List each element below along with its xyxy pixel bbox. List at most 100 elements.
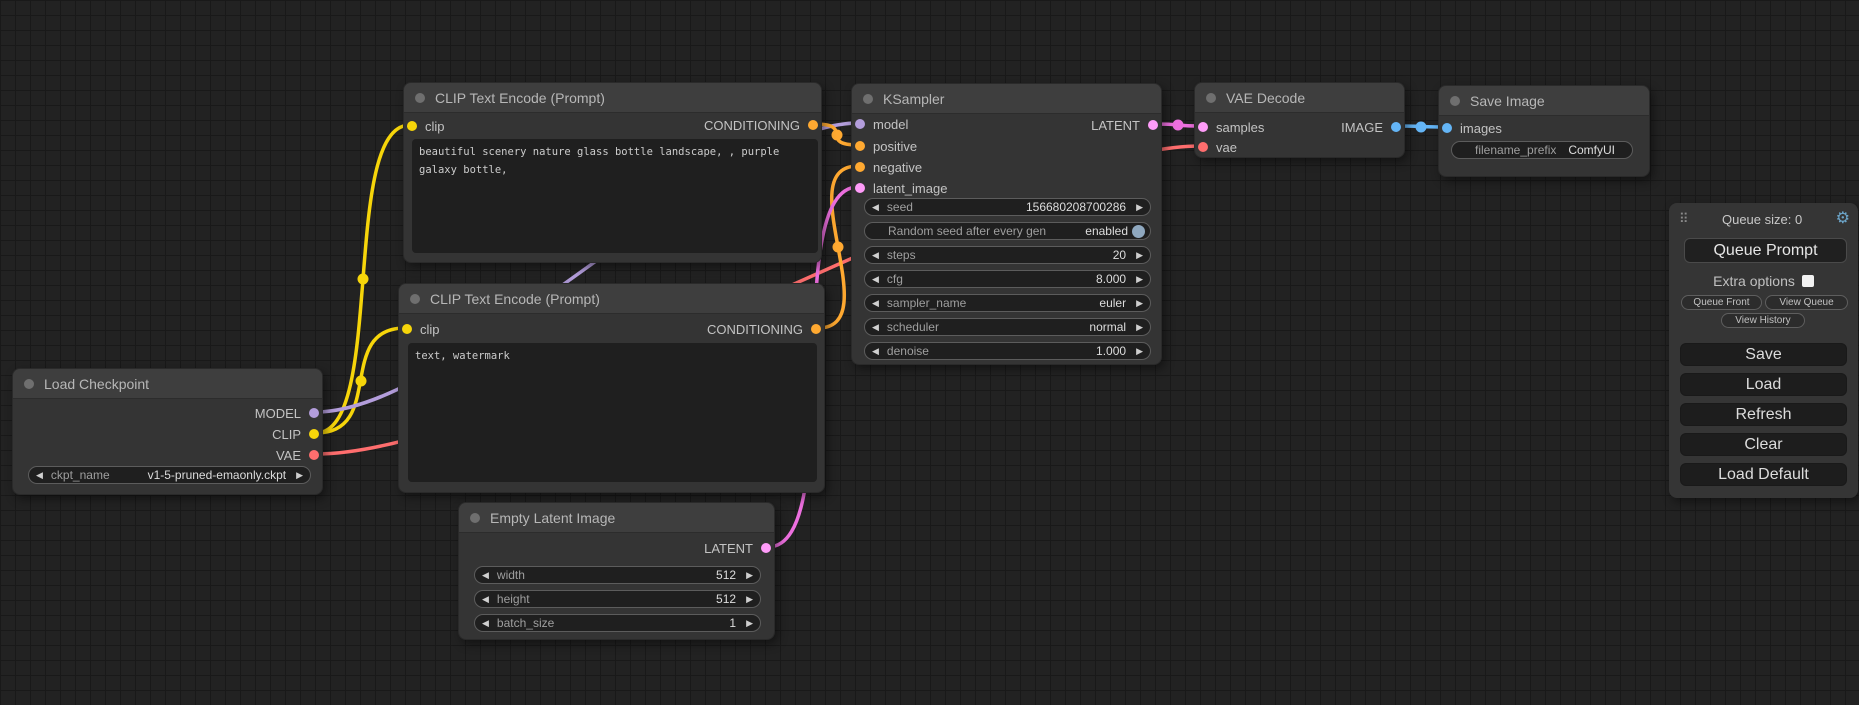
batch-size-widget[interactable]: ◀ batch_size 1 ▶	[474, 614, 761, 632]
increment-arrow-icon[interactable]: ▶	[1136, 275, 1143, 284]
save-button[interactable]: Save	[1680, 343, 1847, 366]
node-title-bar[interactable]: Save Image	[1439, 86, 1649, 116]
node-title-bar[interactable]: CLIP Text Encode (Prompt)	[404, 83, 821, 113]
conditioning-port-dot[interactable]	[808, 120, 818, 130]
extra-options-checkbox[interactable]	[1802, 275, 1814, 287]
scheduler-widget[interactable]: ◀ scheduler normal ▶	[864, 318, 1151, 336]
increment-arrow-icon[interactable]: ▶	[1136, 347, 1143, 356]
collapse-dot-icon[interactable]	[415, 93, 425, 103]
seed-widget[interactable]: ◀ seed 156680208700286 ▶	[864, 198, 1151, 216]
decrement-arrow-icon[interactable]: ◀	[482, 619, 489, 628]
output-port-latent[interactable]: LATENT	[1091, 117, 1158, 133]
vae-port-dot[interactable]	[1198, 142, 1208, 152]
node-ksampler[interactable]: KSampler model positive negative latent_…	[851, 83, 1162, 365]
collapse-dot-icon[interactable]	[470, 513, 480, 523]
node-title-bar[interactable]: Empty Latent Image	[459, 503, 774, 533]
drag-handle-icon[interactable]: ⠿	[1679, 211, 1689, 227]
height-widget[interactable]: ◀ height 512 ▶	[474, 590, 761, 608]
input-port-samples[interactable]: samples	[1198, 119, 1264, 135]
latent-port-dot[interactable]	[761, 543, 771, 553]
width-widget[interactable]: ◀ width 512 ▶	[474, 566, 761, 584]
conditioning-port-dot[interactable]	[855, 162, 865, 172]
node-title-bar[interactable]: Load Checkpoint	[13, 369, 322, 399]
decrement-arrow-icon[interactable]: ◀	[36, 471, 43, 480]
input-port-vae[interactable]: vae	[1198, 139, 1237, 155]
increment-arrow-icon[interactable]: ▶	[1136, 251, 1143, 260]
negative-prompt-textarea[interactable]: text, watermark	[408, 343, 817, 482]
clip-port-dot[interactable]	[402, 324, 412, 334]
decrement-arrow-icon[interactable]: ◀	[872, 203, 879, 212]
latent-port-dot[interactable]	[1148, 120, 1158, 130]
queue-front-button[interactable]: Queue Front	[1681, 295, 1762, 310]
collapse-dot-icon[interactable]	[1206, 93, 1216, 103]
output-port-model[interactable]: MODEL	[255, 405, 319, 421]
random-seed-toggle-widget[interactable]: Random seed after every gen enabled	[864, 222, 1151, 240]
collapse-dot-icon[interactable]	[410, 294, 420, 304]
latent-port-dot[interactable]	[1198, 122, 1208, 132]
increment-arrow-icon[interactable]: ▶	[1136, 299, 1143, 308]
input-port-clip[interactable]: clip	[402, 321, 440, 337]
input-port-clip[interactable]: clip	[407, 118, 445, 134]
image-port-dot[interactable]	[1391, 122, 1401, 132]
node-title-bar[interactable]: VAE Decode	[1195, 83, 1404, 113]
output-port-conditioning[interactable]: CONDITIONING	[704, 117, 818, 133]
decrement-arrow-icon[interactable]: ◀	[872, 323, 879, 332]
clear-button[interactable]: Clear	[1680, 433, 1847, 456]
node-title-bar[interactable]: CLIP Text Encode (Prompt)	[399, 284, 824, 314]
toggle-enabled-icon[interactable]	[1132, 225, 1145, 238]
denoise-widget[interactable]: ◀ denoise 1.000 ▶	[864, 342, 1151, 360]
model-port-dot[interactable]	[855, 119, 865, 129]
collapse-dot-icon[interactable]	[24, 379, 34, 389]
image-port-dot[interactable]	[1442, 123, 1452, 133]
node-title-bar[interactable]: KSampler	[852, 84, 1161, 114]
decrement-arrow-icon[interactable]: ◀	[482, 571, 489, 580]
node-clip-text-encode-positive[interactable]: CLIP Text Encode (Prompt) clip CONDITION…	[403, 82, 822, 263]
node-load-checkpoint[interactable]: Load Checkpoint MODEL CLIP VAE ◀ ckpt_na…	[12, 368, 323, 495]
node-empty-latent-image[interactable]: Empty Latent Image LATENT ◀ width 512 ▶ …	[458, 502, 775, 640]
input-port-latent-image[interactable]: latent_image	[855, 180, 947, 196]
decrement-arrow-icon[interactable]: ◀	[872, 251, 879, 260]
increment-arrow-icon[interactable]: ▶	[296, 471, 303, 480]
load-button[interactable]: Load	[1680, 373, 1847, 396]
vae-port-dot[interactable]	[309, 450, 319, 460]
node-vae-decode[interactable]: VAE Decode samples vae IMAGE	[1194, 82, 1405, 158]
latent-port-dot[interactable]	[855, 183, 865, 193]
collapse-dot-icon[interactable]	[863, 94, 873, 104]
output-port-clip[interactable]: CLIP	[272, 426, 319, 442]
decrement-arrow-icon[interactable]: ◀	[872, 275, 879, 284]
cfg-widget[interactable]: ◀ cfg 8.000 ▶	[864, 270, 1151, 288]
input-port-model[interactable]: model	[855, 116, 908, 132]
output-port-image[interactable]: IMAGE	[1341, 119, 1401, 135]
increment-arrow-icon[interactable]: ▶	[1136, 203, 1143, 212]
comfyui-canvas[interactable]: { "colors": { "clip": "#F6D50A", "model"…	[0, 0, 1859, 705]
node-save-image[interactable]: Save Image images filename_prefix ComfyU…	[1438, 85, 1650, 177]
queue-prompt-button[interactable]: Queue Prompt	[1684, 238, 1847, 263]
sampler-name-widget[interactable]: ◀ sampler_name euler ▶	[864, 294, 1151, 312]
positive-prompt-textarea[interactable]: beautiful scenery nature glass bottle la…	[412, 139, 818, 253]
conditioning-port-dot[interactable]	[811, 324, 821, 334]
output-port-vae[interactable]: VAE	[276, 447, 319, 463]
increment-arrow-icon[interactable]: ▶	[1136, 323, 1143, 332]
conditioning-port-dot[interactable]	[855, 141, 865, 151]
node-clip-text-encode-negative[interactable]: CLIP Text Encode (Prompt) clip CONDITION…	[398, 283, 825, 493]
refresh-button[interactable]: Refresh	[1680, 403, 1847, 426]
decrement-arrow-icon[interactable]: ◀	[482, 595, 489, 604]
steps-widget[interactable]: ◀ steps 20 ▶	[864, 246, 1151, 264]
ckpt-name-widget[interactable]: ◀ ckpt_name v1-5-pruned-emaonly.ckpt ▶	[28, 466, 311, 484]
output-port-latent[interactable]: LATENT	[704, 540, 771, 556]
increment-arrow-icon[interactable]: ▶	[746, 571, 753, 580]
input-port-negative[interactable]: negative	[855, 159, 922, 175]
decrement-arrow-icon[interactable]: ◀	[872, 347, 879, 356]
view-queue-button[interactable]: View Queue	[1765, 295, 1848, 310]
filename-prefix-widget[interactable]: filename_prefix ComfyUI	[1451, 141, 1633, 159]
input-port-positive[interactable]: positive	[855, 138, 917, 154]
view-history-button[interactable]: View History	[1721, 313, 1805, 328]
model-port-dot[interactable]	[309, 408, 319, 418]
increment-arrow-icon[interactable]: ▶	[746, 619, 753, 628]
clip-port-dot[interactable]	[309, 429, 319, 439]
gear-icon[interactable]: ⚙	[1836, 211, 1850, 227]
output-port-conditioning[interactable]: CONDITIONING	[707, 321, 821, 337]
clip-port-dot[interactable]	[407, 121, 417, 131]
load-default-button[interactable]: Load Default	[1680, 463, 1847, 486]
increment-arrow-icon[interactable]: ▶	[746, 595, 753, 604]
